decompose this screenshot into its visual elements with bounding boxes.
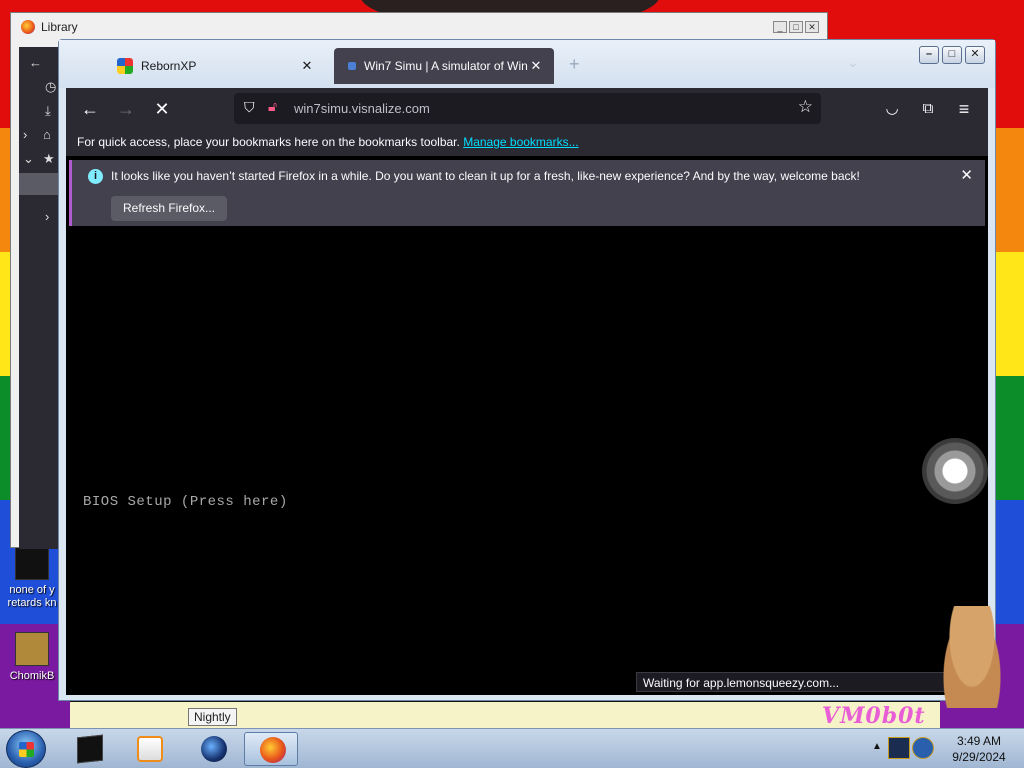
url-input[interactable] (294, 99, 774, 118)
minimize-button[interactable]: – (919, 46, 939, 64)
firefox-window[interactable]: RebornXP ✕ Win7 Simu | A simulator of Wi… (58, 39, 996, 701)
insecure-lock-icon[interactable]: 🔓︎ (268, 98, 277, 115)
refresh-firefox-button[interactable]: Refresh Firefox... (111, 196, 228, 221)
bookmarks-toolbar: For quick access, place your bookmarks h… (66, 130, 988, 156)
browser-body: ← → ✕ ⛉ 🔓︎ ☆ ◡ ⧉ ≡ For quick access, pla… (66, 88, 988, 695)
desktop-icon-file[interactable]: none of y retards kn (2, 546, 62, 610)
new-tab-button[interactable]: + (569, 54, 580, 75)
floating-assistive-button[interactable] (922, 438, 988, 504)
start-button[interactable] (6, 730, 46, 768)
menu-hamburger-icon[interactable]: ≡ (952, 97, 976, 121)
monitor-tray-icon[interactable] (888, 737, 910, 759)
chevron-down-icon: ⌄ (23, 151, 34, 166)
taskbar-item-nightly[interactable] (186, 732, 240, 766)
clock[interactable]: 3:49 AM 9/29/2024 (938, 733, 1020, 765)
library-titlebar[interactable]: Library (11, 13, 827, 41)
file-icon (15, 546, 49, 580)
close-tab-icon[interactable]: ✕ (299, 58, 315, 74)
hamster-icon (15, 632, 49, 666)
pocket-icon[interactable]: ◡ (880, 97, 904, 121)
win7simu-icon (348, 62, 356, 70)
minimize-button[interactable]: _ (773, 21, 787, 33)
list-all-tabs-icon[interactable]: ⌄ (847, 54, 859, 71)
manage-bookmarks-link[interactable]: Manage bookmarks... (463, 135, 578, 149)
star-icon: ★ (43, 151, 55, 166)
maximize-button[interactable]: □ (789, 21, 803, 33)
tab-win7simu[interactable]: Win7 Simu | A simulator of Windows 7 ✕ (334, 48, 554, 84)
close-button[interactable]: ✕ (965, 46, 985, 64)
bookmark-star-icon[interactable]: ☆ (798, 97, 813, 117)
media-player-icon (137, 736, 163, 762)
hamster-mascot-image (940, 606, 1004, 708)
refresh-firefox-notification: i It looks like you haven’t started Fire… (69, 160, 985, 226)
tag-icon: ⌂ (43, 127, 51, 142)
firefox-icon (21, 20, 35, 34)
close-notification-icon[interactable]: ✕ (960, 166, 973, 184)
terminal-icon (77, 734, 103, 764)
download-icon: ⤓ (45, 103, 51, 118)
bios-setup-link[interactable]: BIOS Setup (Press here) (83, 494, 288, 510)
back-button[interactable]: ← (78, 97, 102, 121)
stop-loading-button[interactable]: ✕ (150, 97, 174, 121)
clock-icon: ◷ (45, 79, 57, 94)
close-button[interactable]: ✕ (805, 21, 819, 33)
tab-rebornxp[interactable]: RebornXP ✕ (107, 48, 325, 84)
system-tray: ▲ 3:49 AM 9/29/2024 (866, 729, 1024, 768)
bookmarks-hint: For quick access, place your bookmarks h… (77, 135, 460, 149)
url-bar[interactable]: ⛉ 🔓︎ ☆ (234, 93, 821, 124)
firefox-nightly-icon (201, 736, 227, 762)
status-panel: Waiting for app.lemonsqueezy.com... (636, 672, 988, 692)
tab-label: Win7 Simu | A simulator of Windows 7 (364, 59, 528, 73)
info-icon: i (88, 169, 103, 184)
desktop-icon-label: none of y retards kn (7, 584, 57, 609)
taskbar-item-firefox[interactable] (244, 732, 298, 766)
desktop-icon-label: ChomikB (9, 670, 55, 682)
window-controls: – □ ✕ (919, 46, 985, 64)
windows-xp-logo-icon (117, 58, 133, 74)
clock-time: 3:49 AM (956, 734, 1002, 748)
watermark-logo: VM0b0t (822, 703, 926, 728)
extensions-puzzle-icon[interactable]: ⧉ (916, 97, 940, 121)
chevron-right-icon: › (45, 209, 50, 224)
chevron-right-icon: › (23, 127, 28, 142)
tab-label: RebornXP (141, 59, 197, 73)
desktop-icon-chomik[interactable]: ChomikB (2, 632, 62, 683)
firefox-icon (260, 737, 286, 763)
taskbar-tooltip: Nightly (188, 708, 237, 726)
navigation-toolbar: ← → ✕ ⛉ 🔓︎ ☆ ◡ ⧉ ≡ (66, 88, 988, 130)
forward-button[interactable]: → (114, 97, 138, 121)
page-content[interactable] (66, 228, 988, 695)
clock-date: 9/29/2024 (952, 750, 1006, 764)
library-title: Library (41, 20, 78, 34)
taskbar-item-terminal[interactable] (62, 732, 116, 766)
taskbar-item-media-player[interactable] (122, 732, 176, 766)
tracking-protection-shield-icon[interactable]: ⛉ (244, 99, 255, 116)
notification-message: It looks like you haven’t started Firefo… (111, 169, 860, 183)
network-tray-icon[interactable] (912, 737, 934, 759)
back-arrow-icon: ← (29, 55, 42, 70)
close-tab-icon[interactable]: ✕ (528, 58, 544, 74)
taskbar: ▲ 3:49 AM 9/29/2024 (0, 728, 1024, 768)
library-window-controls: _ □ ✕ (773, 21, 819, 33)
maximize-button[interactable]: □ (942, 46, 962, 64)
show-hidden-icons-arrow[interactable]: ▲ (872, 741, 882, 752)
